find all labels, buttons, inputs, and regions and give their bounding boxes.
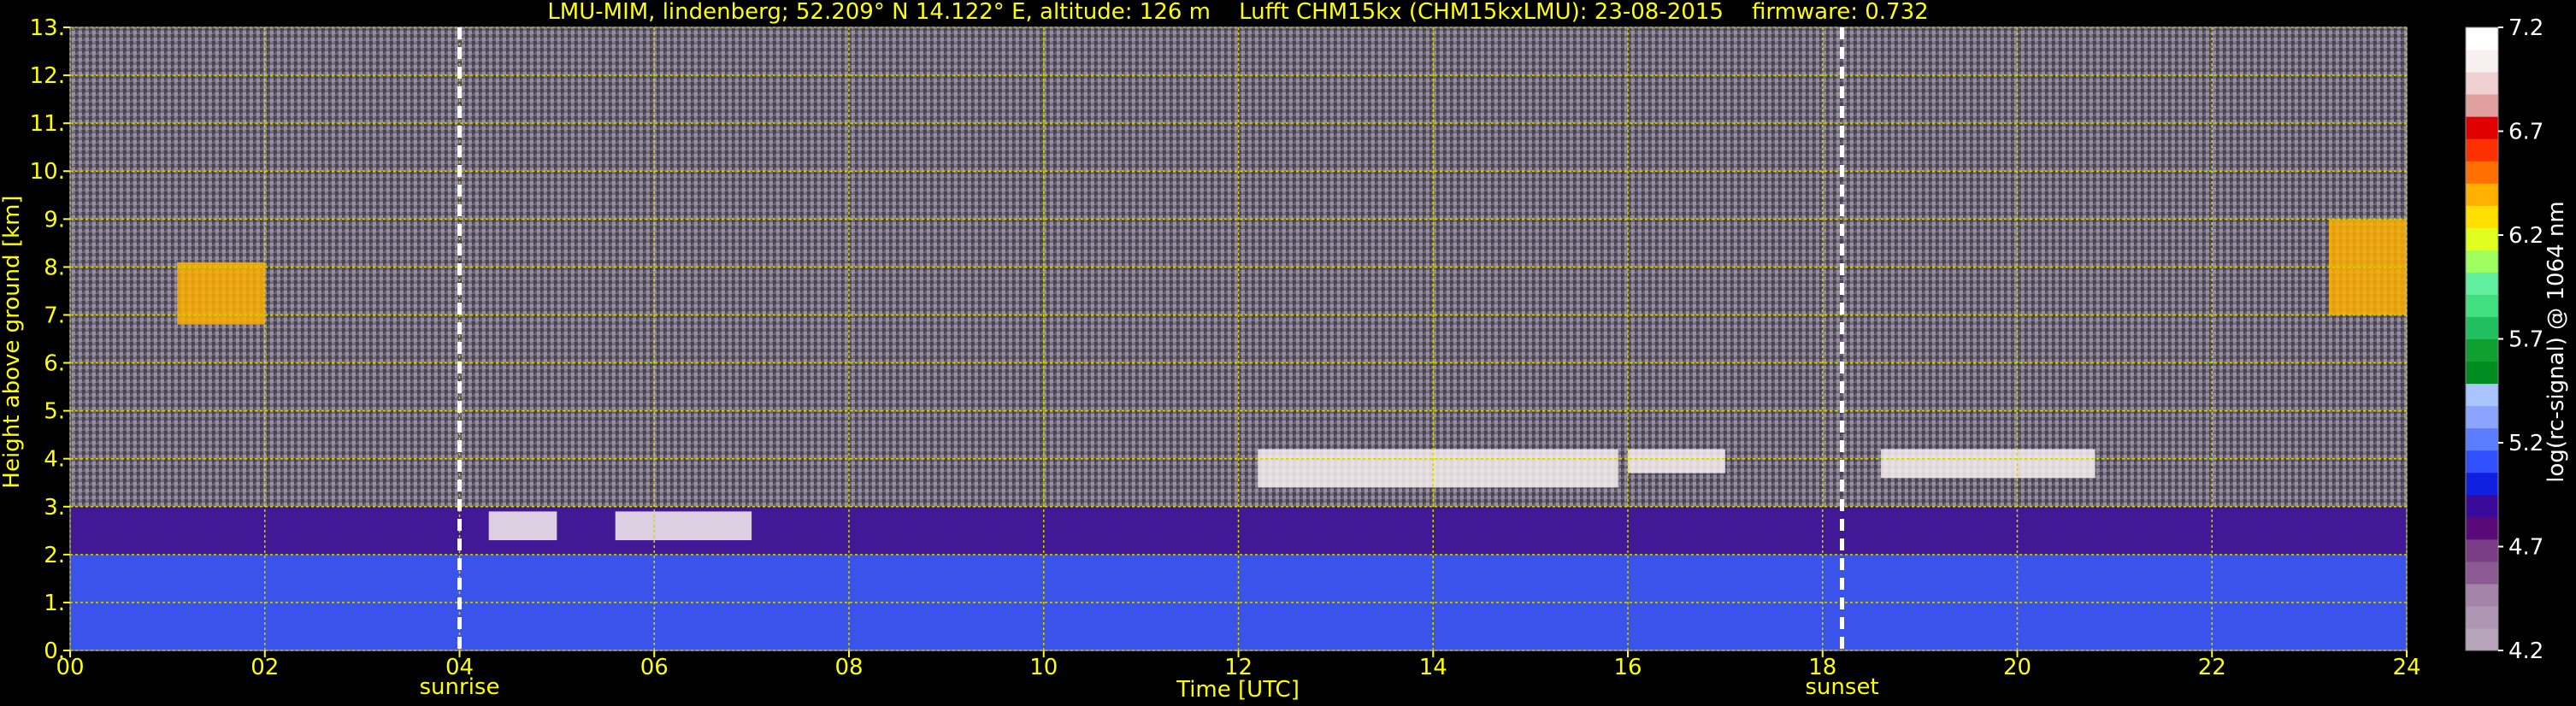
x-tick-label: 14	[1419, 655, 1447, 680]
colorbar-segment	[2466, 605, 2498, 629]
colorbar-tick-label: 6.7	[2508, 120, 2544, 145]
colorbar-segment	[2466, 250, 2498, 273]
colorbar-segment	[2466, 272, 2498, 295]
x-tick-label: 06	[640, 655, 669, 680]
colorbar-segment	[2466, 472, 2498, 496]
colorbar-segment	[2466, 116, 2498, 139]
colorbar-segment	[2466, 427, 2498, 451]
colorbar-segment	[2466, 383, 2498, 407]
colorbar-segment	[2466, 316, 2498, 339]
x-tick-label: 20	[2003, 655, 2031, 680]
y-tick-label: 4.	[44, 447, 65, 473]
chart-title: LMU-MIM, lindenberg; 52.209° N 14.122° E…	[547, 0, 1928, 25]
colorbar-label: log(rc-signal) @ 1064 nm	[2544, 201, 2569, 482]
colorbar-segment	[2466, 294, 2498, 317]
colorbar-segment	[2466, 72, 2498, 95]
y-tick-label: 5.	[44, 399, 65, 425]
x-tick-label: 10	[1029, 655, 1058, 680]
colorbar-segment	[2466, 138, 2498, 162]
y-tick-label: 2.	[44, 543, 65, 568]
x-tick-label: 18	[1808, 655, 1836, 680]
lidar-chart: LMU-MIM, lindenberg; 52.209° N 14.122° E…	[0, 0, 2576, 706]
x-tick-label: 04	[445, 655, 474, 680]
colorbar-segment	[2466, 205, 2498, 228]
colorbar-segment	[2466, 561, 2498, 585]
colorbar-segment	[2466, 538, 2498, 562]
colorbar-segment	[2466, 227, 2498, 250]
colorbar-segment	[2466, 494, 2498, 518]
x-tick-label: 16	[1613, 655, 1642, 680]
colorbar-segment	[2466, 183, 2498, 206]
y-tick-label: 10.	[30, 159, 65, 185]
colorbar-tick-label: 6.2	[2508, 223, 2544, 249]
colorbar-tick-label: 4.7	[2508, 535, 2544, 561]
y-tick-label: 3.	[44, 495, 65, 521]
signal-layer	[488, 511, 557, 541]
colorbar-segment	[2466, 583, 2498, 607]
colorbar-segment	[2466, 627, 2498, 651]
y-axis-label: Height above ground [km]	[0, 195, 25, 488]
colorbar-segment	[2466, 516, 2498, 540]
y-tick-label: 6.	[44, 351, 65, 377]
colorbar-tick-label: 5.2	[2508, 431, 2544, 456]
signal-layer	[1881, 449, 2096, 479]
x-tick-label: 24	[2392, 655, 2420, 680]
colorbar-segment	[2466, 27, 2498, 50]
colorbar-tick-label: 4.2	[2508, 638, 2544, 664]
x-tick-label: 22	[2198, 655, 2226, 680]
x-tick-label: 08	[834, 655, 863, 680]
x-axis-label: Time [UTC]	[1176, 677, 1300, 703]
y-tick-label: 8.	[44, 255, 65, 280]
signal-layer	[1628, 449, 1725, 474]
colorbar-segment	[2466, 405, 2498, 429]
y-tick-label: 11.	[30, 111, 65, 137]
colorbar-segment	[2466, 161, 2498, 184]
colorbar-segment	[2466, 450, 2498, 474]
x-tick-label: 02	[251, 655, 279, 680]
colorbar-segment	[2466, 361, 2498, 385]
colorbar-tick-label: 5.7	[2508, 327, 2544, 353]
y-tick-label: 7.	[44, 303, 65, 328]
y-tick-label: 13.	[30, 15, 65, 41]
colorbar-tick-label: 7.2	[2508, 15, 2544, 41]
y-tick-label: 12.	[30, 63, 65, 89]
signal-layer	[1258, 449, 1618, 488]
colorbar-segment	[2466, 94, 2498, 117]
colorbar-segment	[2466, 338, 2498, 362]
y-tick-label: 1.	[44, 591, 65, 616]
signal-layer	[615, 511, 752, 541]
x-tick-label: 00	[56, 655, 84, 680]
y-tick-label: 9.	[44, 207, 65, 232]
colorbar-segment	[2466, 50, 2498, 73]
